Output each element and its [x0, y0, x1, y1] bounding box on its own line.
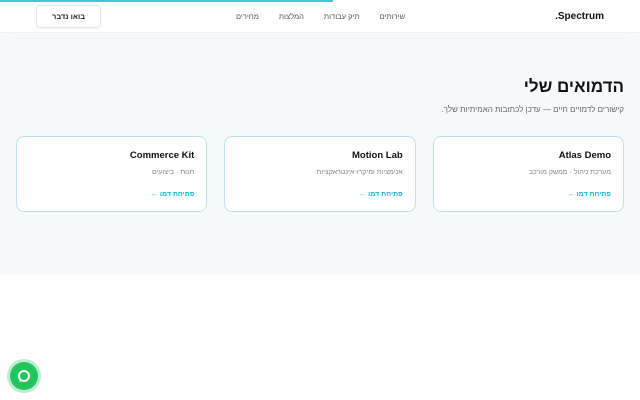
nav-pricing[interactable]: מחירים: [236, 12, 259, 21]
open-demo-link[interactable]: פתיחת דמו ←: [29, 191, 194, 198]
main-nav: שירותים תיק עבודות המלצות מחירים: [236, 12, 405, 21]
card-description: מערכת ניהול · ממשק מורכב: [528, 169, 611, 176]
contact-button[interactable]: בואו נדבר: [36, 4, 102, 28]
card-description: חנות · ביצועים: [151, 169, 195, 176]
nav-testimonials[interactable]: המלצות: [279, 12, 304, 21]
open-demo-link[interactable]: פתיחת דמו ←: [446, 191, 611, 198]
open-demo-link[interactable]: פתיחת דמו ←: [237, 191, 402, 198]
site-header: Spectrum. שירותים תיק עבודות המלצות מחיר…: [0, 0, 640, 33]
divider: [14, 38, 626, 39]
nav-services[interactable]: שירותים: [380, 12, 405, 21]
chat-bubble-icon: [18, 370, 30, 382]
page-subtitle: קישורים לדמויים חיים — עדכן לכתובות האמי…: [441, 105, 624, 114]
logo[interactable]: Spectrum.: [555, 11, 604, 22]
demo-card: Atlas Demo מערכת ניהול · ממשק מורכב פתיח…: [432, 136, 624, 212]
card-title: Commerce Kit: [129, 150, 195, 161]
card-description: אנימציות ומיקרו-אינטראקציות: [316, 169, 403, 176]
nav-portfolio[interactable]: תיק עבודות: [324, 12, 360, 21]
demo-card: Commerce Kit חנות · ביצועים פתיחת דמו ←: [16, 136, 208, 212]
demo-card: Motion Lab אנימציות ומיקרו-אינטראקציות פ…: [224, 136, 416, 212]
card-title: Atlas Demo: [558, 150, 611, 161]
page-title: הדמואים שלי: [523, 77, 624, 96]
demos-section: הדמואים שלי קישורים לדמויים חיים — עדכן …: [0, 33, 640, 275]
chat-button[interactable]: [10, 362, 38, 390]
card-title: Motion Lab: [352, 150, 403, 161]
page-progress-bar: [0, 0, 333, 2]
